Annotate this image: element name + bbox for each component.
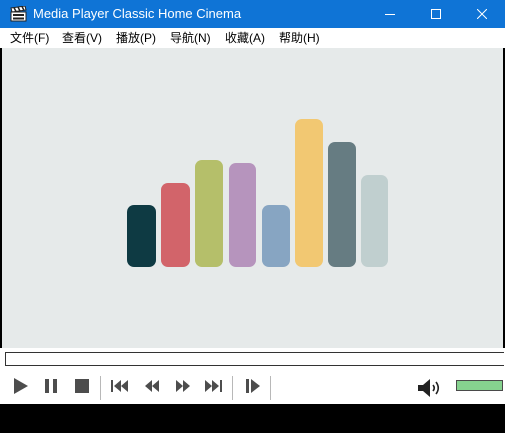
- title-bar[interactable]: Media Player Classic Home Cinema: [0, 0, 505, 28]
- skip-forward-button[interactable]: [201, 377, 225, 399]
- toolbar-separator: [270, 376, 271, 400]
- logo-bar-8: [361, 175, 388, 267]
- frame-step-button[interactable]: [241, 377, 265, 399]
- toolbar-separator: [232, 376, 233, 400]
- clapperboard-icon[interactable]: [10, 5, 27, 22]
- logo-bar-4: [229, 163, 256, 267]
- minimize-button[interactable]: [367, 0, 413, 28]
- frame-step-icon: [246, 378, 260, 398]
- menu-view[interactable]: 查看(V): [62, 31, 102, 45]
- logo-bar-3: [195, 160, 223, 267]
- skip-back-icon: [111, 379, 129, 397]
- fast-forward-icon: [175, 379, 191, 397]
- maximize-button[interactable]: [413, 0, 459, 28]
- video-area[interactable]: [2, 48, 503, 348]
- menu-navigate[interactable]: 导航(N): [170, 31, 211, 45]
- rewind-icon: [144, 379, 160, 397]
- close-icon: [477, 9, 487, 19]
- mpc-logo: [127, 119, 388, 267]
- skip-back-button[interactable]: [108, 377, 132, 399]
- seek-bar[interactable]: [5, 352, 504, 366]
- logo-bar-6: [295, 119, 323, 267]
- logo-bar-2: [161, 183, 190, 267]
- fast-forward-button[interactable]: [171, 377, 195, 399]
- pause-button[interactable]: [39, 377, 63, 399]
- maximize-icon: [431, 9, 441, 19]
- skip-forward-icon: [204, 379, 222, 397]
- stop-button[interactable]: [70, 377, 94, 399]
- rewind-button[interactable]: [140, 377, 164, 399]
- volume-slider[interactable]: [456, 380, 503, 391]
- speaker-icon[interactable]: [416, 377, 444, 399]
- logo-bar-7: [328, 142, 356, 267]
- play-button[interactable]: [8, 377, 32, 399]
- playback-toolbar: [0, 372, 505, 404]
- status-bar: [0, 404, 505, 433]
- menu-bar: 文件(F) 查看(V) 播放(P) 导航(N) 收藏(A) 帮助(H): [0, 28, 505, 48]
- minimize-icon: [385, 9, 395, 19]
- logo-bar-1: [127, 205, 156, 267]
- seek-area: [0, 348, 505, 372]
- play-icon: [12, 377, 28, 399]
- stop-icon: [75, 378, 89, 398]
- logo-bar-5: [262, 205, 290, 267]
- close-button[interactable]: [459, 0, 505, 28]
- window-title: Media Player Classic Home Cinema: [33, 6, 242, 21]
- menu-play[interactable]: 播放(P): [116, 31, 156, 45]
- menu-help[interactable]: 帮助(H): [279, 31, 320, 45]
- menu-favorites[interactable]: 收藏(A): [225, 31, 265, 45]
- pause-icon: [44, 378, 58, 398]
- toolbar-separator: [100, 376, 101, 400]
- menu-file[interactable]: 文件(F): [10, 31, 49, 45]
